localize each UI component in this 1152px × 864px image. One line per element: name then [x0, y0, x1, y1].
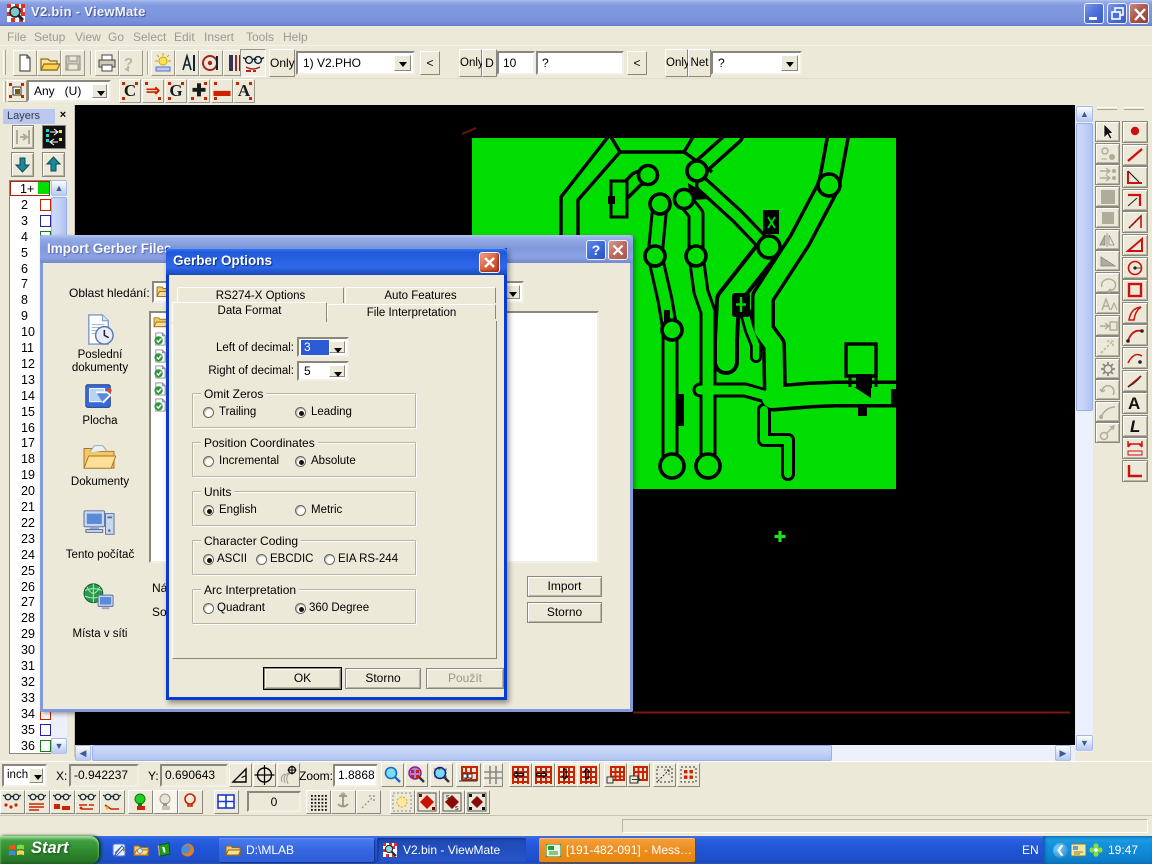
svg-text:L: L — [1130, 417, 1140, 436]
svg-text:s: s — [446, 794, 450, 801]
svg-text:A: A — [1128, 394, 1140, 413]
svg-text:s: s — [455, 805, 459, 812]
